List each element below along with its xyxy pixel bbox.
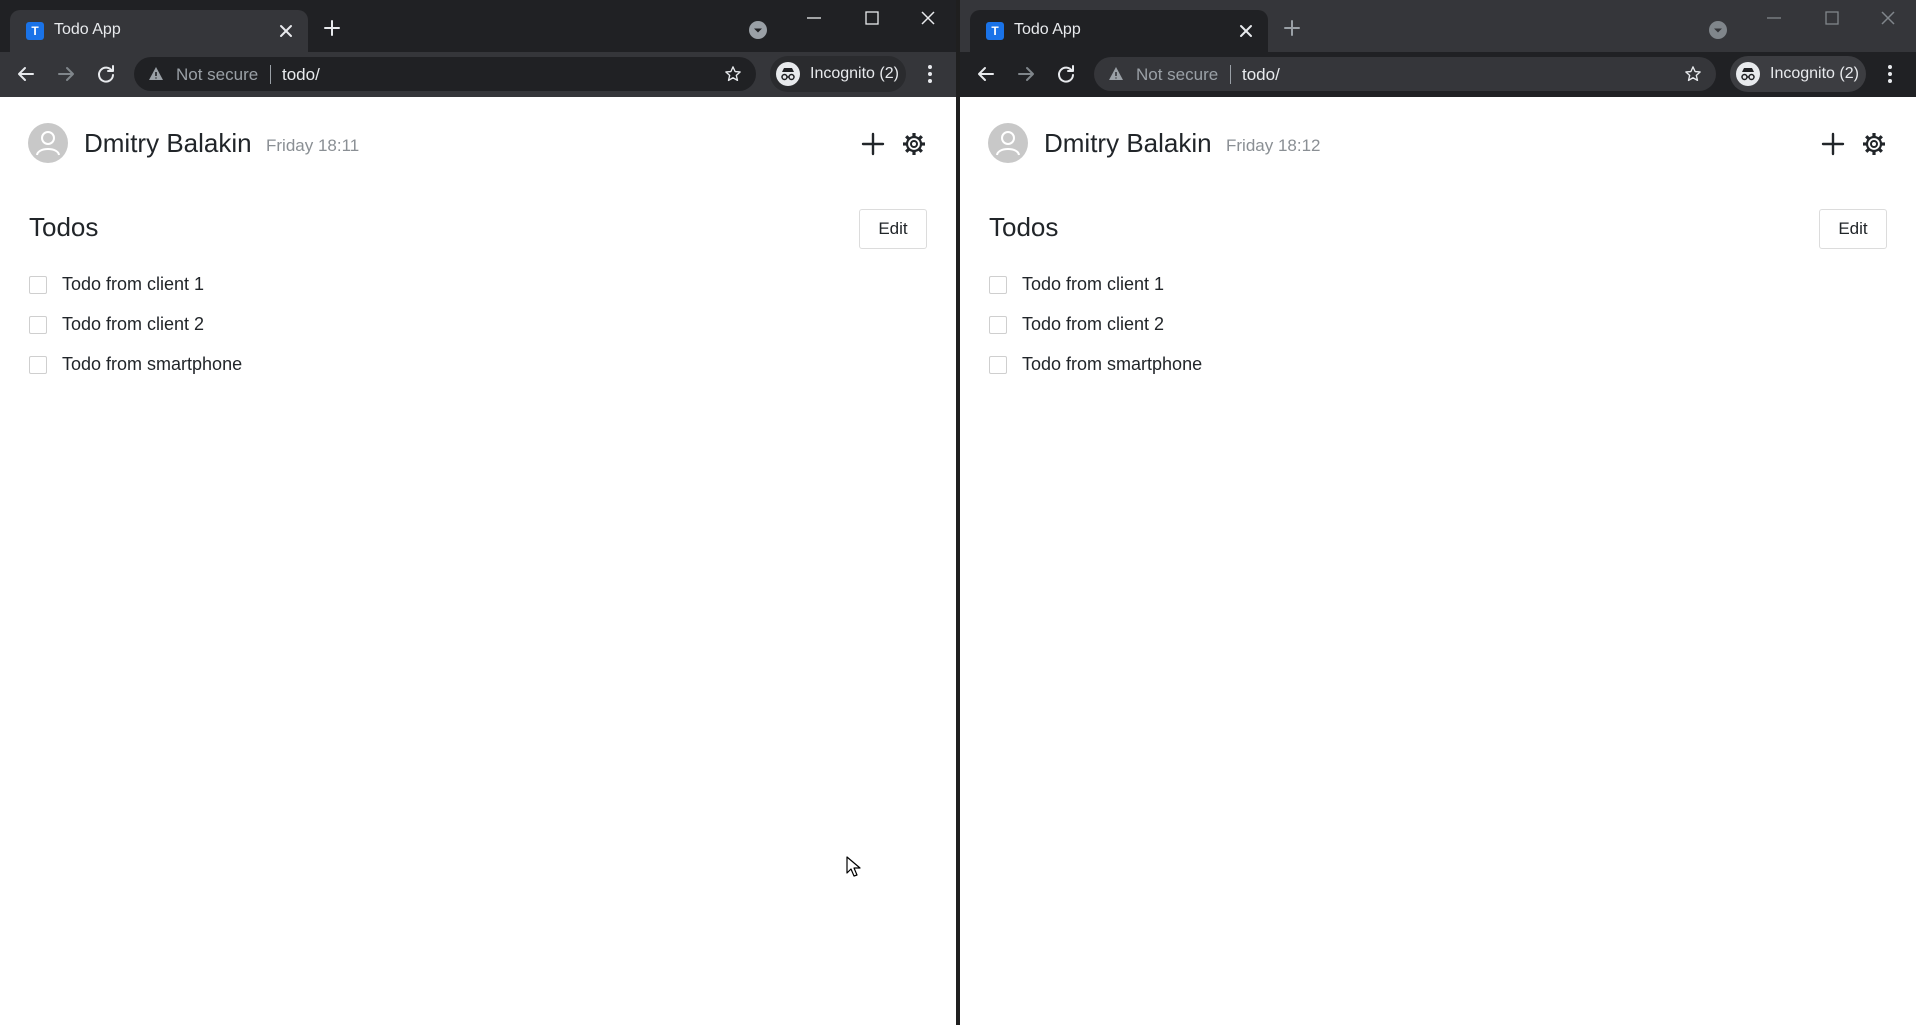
todo-list: Todo from client 1 Todo from client 2 To… bbox=[989, 274, 1389, 394]
title-bar: T Todo App bbox=[0, 0, 956, 52]
timestamp: Friday 18:11 bbox=[266, 136, 360, 155]
todo-label[interactable]: Todo from client 2 bbox=[1022, 314, 1164, 335]
browser-toolbar: Not secure todo/ Incognito (2) bbox=[960, 52, 1916, 97]
todo-label[interactable]: Todo from smartphone bbox=[1022, 354, 1202, 375]
incognito-label: Incognito (2) bbox=[1770, 65, 1859, 82]
incognito-profile-button[interactable]: Incognito (2) bbox=[1730, 56, 1866, 92]
close-icon[interactable] bbox=[1236, 21, 1256, 41]
browser-toolbar: Not secure todo/ Incognito (2) bbox=[0, 52, 956, 97]
title-bar: T Todo App bbox=[960, 0, 1916, 52]
security-status[interactable]: Not secure bbox=[1136, 65, 1218, 85]
back-arrow-icon[interactable] bbox=[14, 62, 38, 86]
url-text[interactable]: todo/ bbox=[282, 65, 320, 85]
tab-title: Todo App bbox=[1014, 21, 1081, 38]
divider bbox=[270, 65, 271, 84]
todo-checkbox[interactable] bbox=[29, 276, 47, 294]
avatar-person-icon bbox=[996, 131, 1020, 156]
edit-button[interactable]: Edit bbox=[1819, 209, 1887, 249]
plus-icon[interactable] bbox=[1282, 18, 1302, 38]
timestamp: Friday 18:12 bbox=[1226, 136, 1321, 155]
todo-label[interactable]: Todo from client 1 bbox=[1022, 274, 1164, 295]
tab-title: Todo App bbox=[54, 21, 121, 38]
incognito-profile-button[interactable]: Incognito (2) bbox=[770, 56, 906, 92]
tab-todo-app[interactable]: T Todo App bbox=[970, 10, 1268, 52]
back-arrow-icon[interactable] bbox=[974, 62, 998, 86]
forward-arrow-icon[interactable] bbox=[54, 62, 78, 86]
user-name: Dmitry Balakin bbox=[1044, 128, 1212, 158]
add-icon[interactable] bbox=[1820, 131, 1846, 157]
list-item: Todo from smartphone bbox=[989, 354, 1389, 394]
todo-app-page: Dmitry Balakin Friday 18:12 Todos Edit T… bbox=[960, 97, 1916, 1025]
close-icon[interactable] bbox=[916, 6, 940, 30]
star-icon[interactable] bbox=[724, 65, 742, 83]
todo-label[interactable]: Todo from smartphone bbox=[62, 354, 242, 375]
todo-checkbox[interactable] bbox=[29, 356, 47, 374]
divider bbox=[1230, 65, 1231, 84]
gear-icon[interactable] bbox=[900, 130, 928, 158]
maximize-icon[interactable] bbox=[860, 6, 884, 30]
incognito-icon bbox=[776, 62, 800, 86]
maximize-icon[interactable] bbox=[1820, 6, 1844, 30]
avatar-person-icon bbox=[36, 131, 60, 156]
page-title: Todos bbox=[29, 212, 99, 242]
todo-list: Todo from client 1 Todo from client 2 To… bbox=[29, 274, 429, 394]
favicon-icon: T bbox=[986, 22, 1004, 40]
tab-search-icon[interactable] bbox=[748, 20, 768, 40]
avatar bbox=[988, 123, 1028, 163]
todo-checkbox[interactable] bbox=[989, 276, 1007, 294]
avatar bbox=[28, 123, 68, 163]
list-item: Todo from client 1 bbox=[989, 274, 1389, 314]
address-bar[interactable]: Not secure todo/ bbox=[1094, 57, 1716, 91]
todo-label[interactable]: Todo from client 1 bbox=[62, 274, 204, 295]
forward-arrow-icon[interactable] bbox=[1014, 62, 1038, 86]
edit-button[interactable]: Edit bbox=[859, 209, 927, 249]
gear-icon[interactable] bbox=[1860, 130, 1888, 158]
todo-checkbox[interactable] bbox=[29, 316, 47, 334]
mouse-cursor-icon bbox=[846, 856, 862, 878]
reload-icon[interactable] bbox=[1054, 62, 1078, 86]
warning-icon[interactable] bbox=[1108, 66, 1124, 82]
address-bar[interactable]: Not secure todo/ bbox=[134, 57, 756, 91]
security-status[interactable]: Not secure bbox=[176, 65, 258, 85]
reload-icon[interactable] bbox=[94, 62, 118, 86]
favicon-icon: T bbox=[26, 22, 44, 40]
browser-window-right: T Todo App Not secure todo/ Incognito (2… bbox=[960, 0, 1916, 1025]
add-icon[interactable] bbox=[860, 131, 886, 157]
tab-search-icon[interactable] bbox=[1708, 20, 1728, 40]
warning-icon[interactable] bbox=[148, 66, 164, 82]
incognito-label: Incognito (2) bbox=[810, 65, 899, 82]
list-item: Todo from client 1 bbox=[29, 274, 429, 314]
tab-todo-app[interactable]: T Todo App bbox=[10, 10, 308, 52]
browser-window-left: T Todo App Not secure todo/ Incognito (2… bbox=[0, 0, 956, 1025]
minimize-icon[interactable] bbox=[1762, 6, 1786, 30]
todo-checkbox[interactable] bbox=[989, 356, 1007, 374]
minimize-icon[interactable] bbox=[802, 6, 826, 30]
more-vert-icon[interactable] bbox=[1878, 62, 1902, 86]
url-text[interactable]: todo/ bbox=[1242, 65, 1280, 85]
todo-checkbox[interactable] bbox=[989, 316, 1007, 334]
star-icon[interactable] bbox=[1684, 65, 1702, 83]
plus-icon[interactable] bbox=[322, 18, 342, 38]
list-item: Todo from smartphone bbox=[29, 354, 429, 394]
list-item: Todo from client 2 bbox=[989, 314, 1389, 354]
todo-label[interactable]: Todo from client 2 bbox=[62, 314, 204, 335]
page-title: Todos bbox=[989, 212, 1059, 242]
close-icon[interactable] bbox=[1876, 6, 1900, 30]
user-name: Dmitry Balakin bbox=[84, 128, 252, 158]
list-item: Todo from client 2 bbox=[29, 314, 429, 354]
more-vert-icon[interactable] bbox=[918, 62, 942, 86]
todo-app-page: Dmitry Balakin Friday 18:11 Todos Edit T… bbox=[0, 97, 956, 1025]
incognito-icon bbox=[1736, 62, 1760, 86]
close-icon[interactable] bbox=[276, 21, 296, 41]
